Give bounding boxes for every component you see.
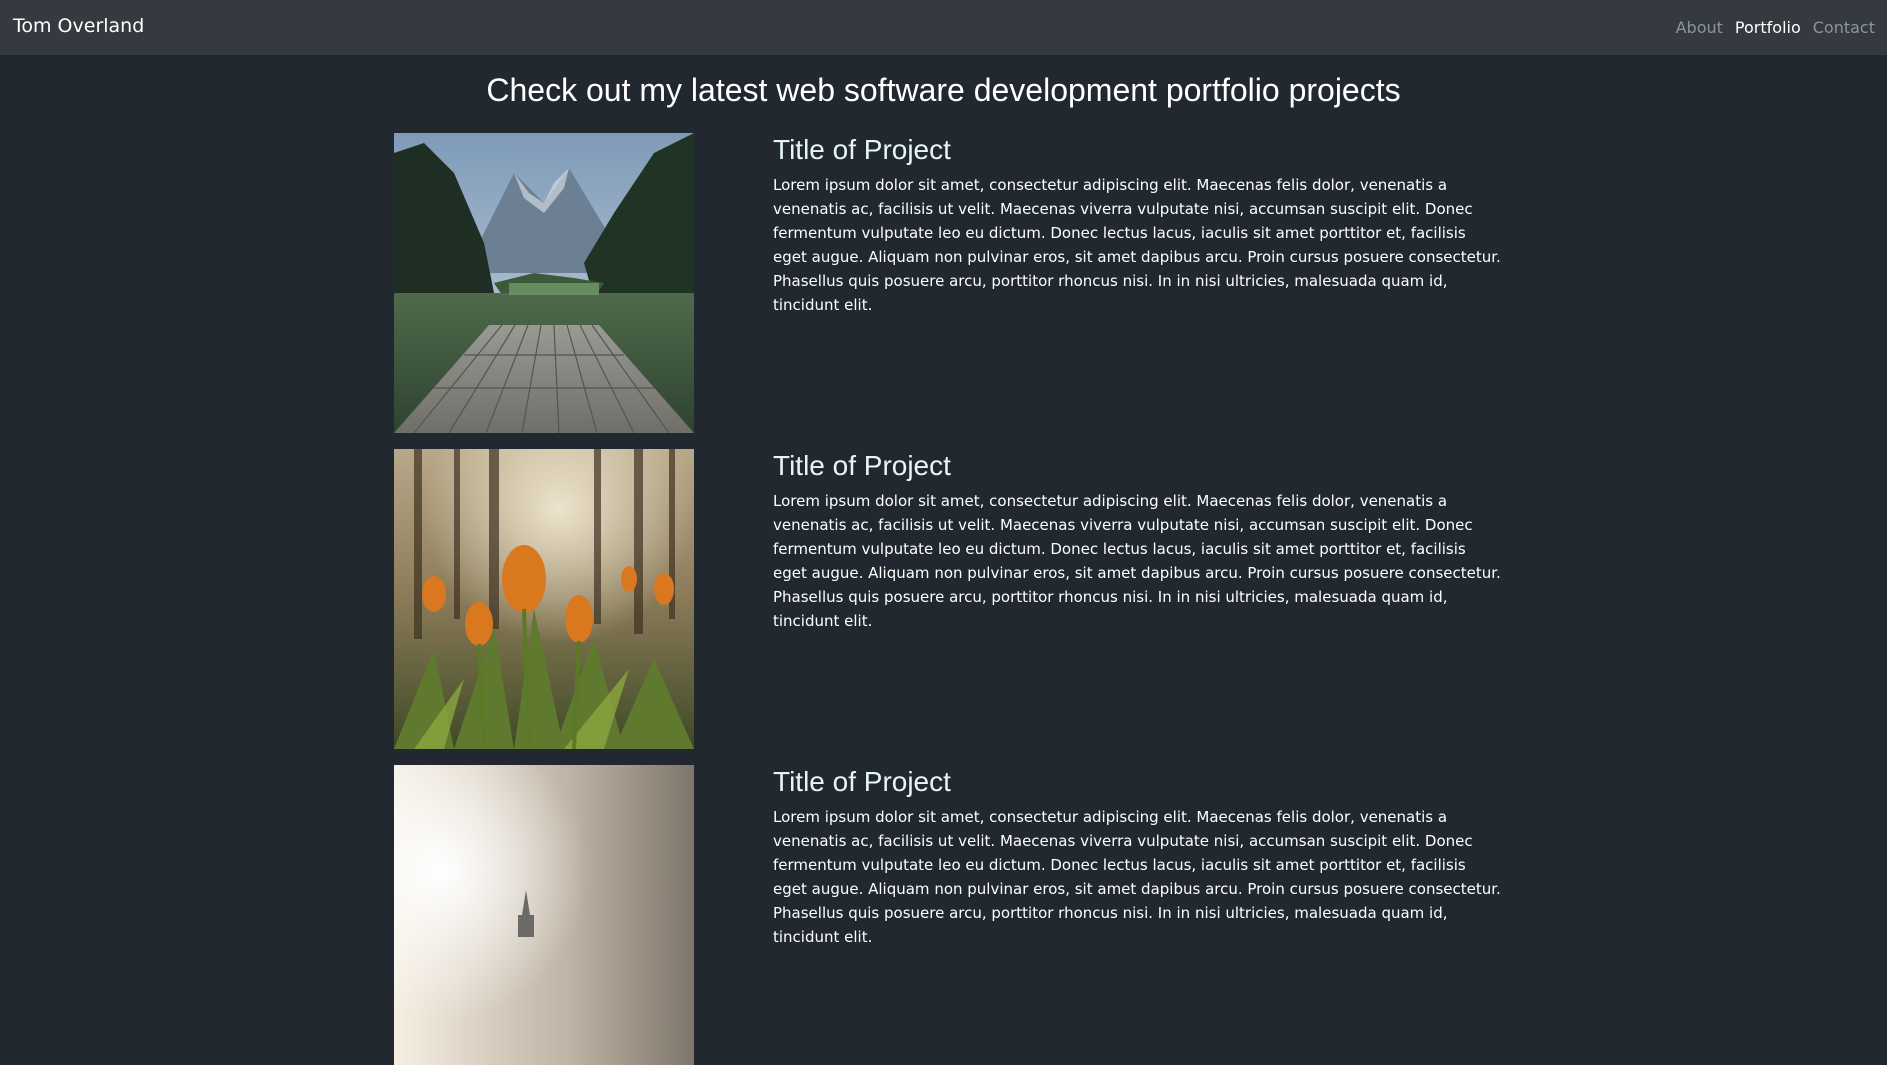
project-title: Title of Project xyxy=(773,134,951,165)
nav-links: About Portfolio Contact xyxy=(1676,18,1875,37)
project-description: Lorem ipsum dolor sit amet, consectetur … xyxy=(773,492,1501,630)
project-description: Lorem ipsum dolor sit amet, consectetur … xyxy=(773,176,1501,314)
navbar: Tom Overland About Portfolio Contact xyxy=(0,0,1887,55)
nav-link-about[interactable]: About xyxy=(1676,18,1723,37)
project-card: Title of Project Lorem ipsum dolor sit a… xyxy=(394,765,1504,1065)
project-description: Lorem ipsum dolor sit amet, consectetur … xyxy=(773,808,1501,946)
page-title: Check out my latest web software develop… xyxy=(486,72,1401,108)
brand-link[interactable]: Tom Overland xyxy=(13,15,144,37)
nav-link-contact[interactable]: Contact xyxy=(1813,18,1875,37)
project-text: Title of Project Lorem ipsum dolor sit a… xyxy=(773,133,1503,317)
project-image-foggy-sunlight xyxy=(394,765,694,1065)
project-text: Title of Project Lorem ipsum dolor sit a… xyxy=(773,449,1503,633)
project-image-lake-dock xyxy=(394,133,694,433)
project-title: Title of Project xyxy=(773,766,951,797)
nav-link-portfolio[interactable]: Portfolio xyxy=(1735,18,1801,37)
project-text: Title of Project Lorem ipsum dolor sit a… xyxy=(773,765,1503,949)
project-image-tulips xyxy=(394,449,694,749)
project-card: Title of Project Lorem ipsum dolor sit a… xyxy=(394,449,1504,749)
project-title: Title of Project xyxy=(773,450,951,481)
project-card: Title of Project Lorem ipsum dolor sit a… xyxy=(394,133,1504,433)
